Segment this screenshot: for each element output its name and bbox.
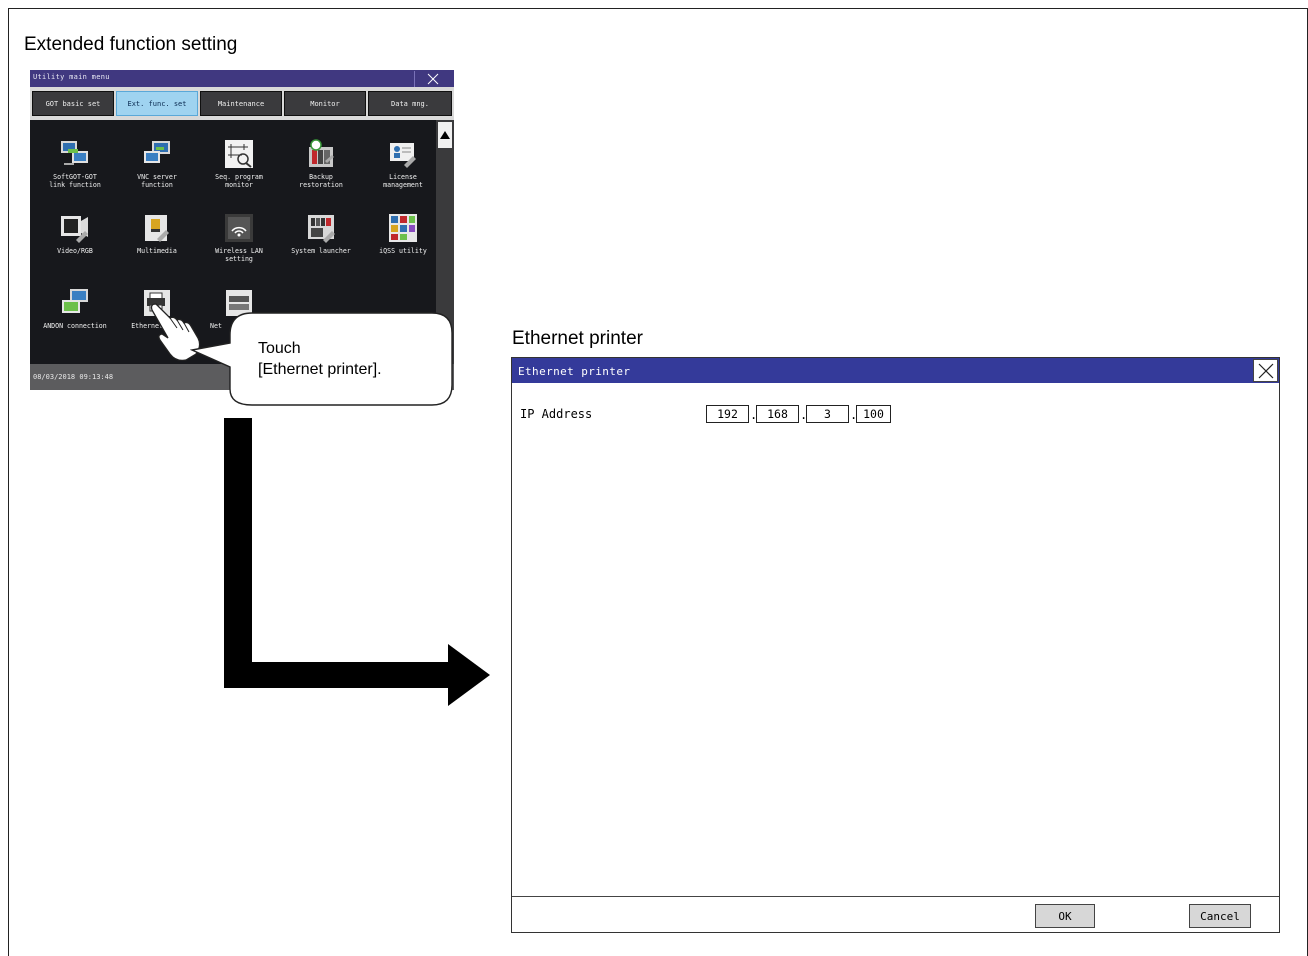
menu-item-iqss-utility[interactable]: iQSS utility [360,213,446,281]
tab-maintenance[interactable]: Maintenance [200,91,282,116]
ethernet-printer-dialog: Ethernet printer IP Address 192 . 168 . … [511,357,1280,933]
menu-item-wireless-lan[interactable]: Wireless LAN setting [196,213,282,281]
system-launcher-icon [308,215,335,243]
got-tab-bar: GOT basic set Ext. func. set Maintenance… [30,87,454,120]
dialog-title: Ethernet printer [518,365,631,378]
status-datetime: 08/03/2018 09:13:48 [33,373,114,381]
seq-program-monitor-icon [225,140,253,168]
scroll-up-button[interactable] [438,122,452,148]
vnc-server-icon [144,141,170,163]
dialog-titlebar: Ethernet printer [512,358,1279,383]
tab-data-mng[interactable]: Data mng. [368,91,452,116]
menu-item-label: License management [383,173,423,189]
ip-octet-1-field[interactable]: 192 [706,405,749,423]
menu-item-label: ANDON connection [43,322,107,330]
ip-address-label: IP Address [520,407,593,421]
license-management-icon [390,143,416,168]
menu-item-andon-connection[interactable]: ANDON connection [32,288,118,356]
section-heading-ethernet-printer: Ethernet printer [512,328,643,349]
got-window-title: Utility main menu [33,73,110,81]
menu-item-label: Multimedia [137,247,177,255]
iqss-utility-icon [389,214,417,242]
section-heading-extended-function: Extended function setting [24,34,238,55]
menu-item-backup-restoration[interactable]: Backup restoration [278,139,364,207]
tab-ext-func-set[interactable]: Ext. func. set [116,91,198,116]
ip-octet-3-field[interactable]: 3 [806,405,849,423]
scroll-up-icon [440,131,450,139]
close-icon [427,73,438,85]
menu-item-multimedia[interactable]: Multimedia [114,213,200,281]
transition-arrow [224,418,490,706]
got-titlebar: Utility main menu [30,70,454,87]
menu-item-vnc-server[interactable]: VNC server function [114,139,200,207]
cancel-button[interactable]: Cancel [1189,904,1251,928]
multimedia-icon [145,215,169,242]
menu-item-label: Wireless LAN setting [215,247,263,263]
callout-text: Touch [Ethernet printer]. [258,340,382,378]
ip-octet-2-field[interactable]: 168 [756,405,799,423]
tab-got-basic-set[interactable]: GOT basic set [32,91,114,116]
got-close-button[interactable] [414,71,450,87]
dialog-footer: OK Cancel [512,896,1279,932]
menu-item-seq-program-monitor[interactable]: Seq. program monitor [196,139,282,207]
menu-item-video-rgb[interactable]: Video/RGB [32,213,118,281]
andon-connection-icon [62,289,88,313]
tab-monitor[interactable]: Monitor [284,91,366,116]
dialog-close-button[interactable] [1253,359,1278,382]
backup-restoration-icon [309,139,334,167]
menu-item-label: Seq. program monitor [215,173,263,189]
ip-octet-4-field[interactable]: 100 [856,405,891,423]
menu-item-label: System launcher [291,247,351,255]
menu-item-label: Backup restoration [299,173,343,189]
softgot-link-icon [61,141,88,165]
menu-item-label: VNC server function [137,173,177,189]
video-rgb-icon [61,216,88,243]
menu-item-system-launcher[interactable]: System launcher [278,213,364,281]
menu-item-softgot-link[interactable]: SoftGOT-GOT link function [32,139,118,207]
menu-item-label: Video/RGB [57,247,93,255]
menu-item-label: SoftGOT-GOT link function [49,173,101,189]
ok-button[interactable]: OK [1035,904,1095,928]
close-icon [1258,363,1273,378]
menu-item-license-management[interactable]: License management [360,139,446,207]
wireless-lan-icon [225,214,253,242]
menu-item-label: iQSS utility [379,247,427,255]
